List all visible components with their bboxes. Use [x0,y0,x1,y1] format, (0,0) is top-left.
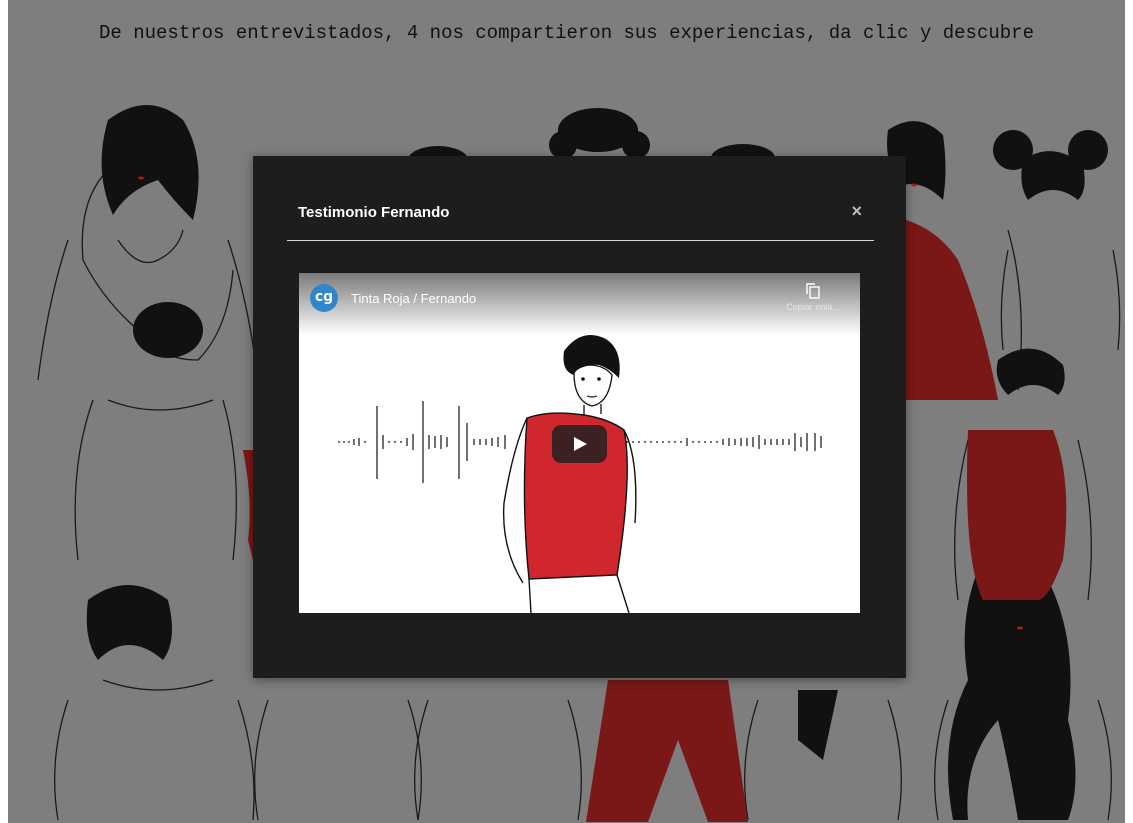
video-topbar: cg Tinta Roja / Fernando Copiar enla... [299,273,860,335]
play-button[interactable] [552,425,607,463]
modal-title: Testimonio Fernando [298,204,450,221]
close-icon[interactable]: × [851,202,862,220]
play-icon [574,437,587,451]
copy-link-button[interactable]: Copiar enla... [778,283,848,312]
page-background: De nuestros entrevistados, 4 nos compart… [8,0,1125,823]
testimonial-modal: Testimonio Fernando × cg Tinta Roja / Fe… [253,156,906,678]
copy-link-label: Copiar enla... [786,302,840,312]
video-player[interactable]: cg Tinta Roja / Fernando Copiar enla... [299,273,860,613]
page-headline: De nuestros entrevistados, 4 nos compart… [99,22,1034,44]
copy-icon [806,283,820,299]
channel-logo[interactable]: cg [310,284,338,312]
modal-header: Testimonio Fernando × [287,156,874,241]
video-title-link[interactable]: Tinta Roja / Fernando [351,291,476,306]
